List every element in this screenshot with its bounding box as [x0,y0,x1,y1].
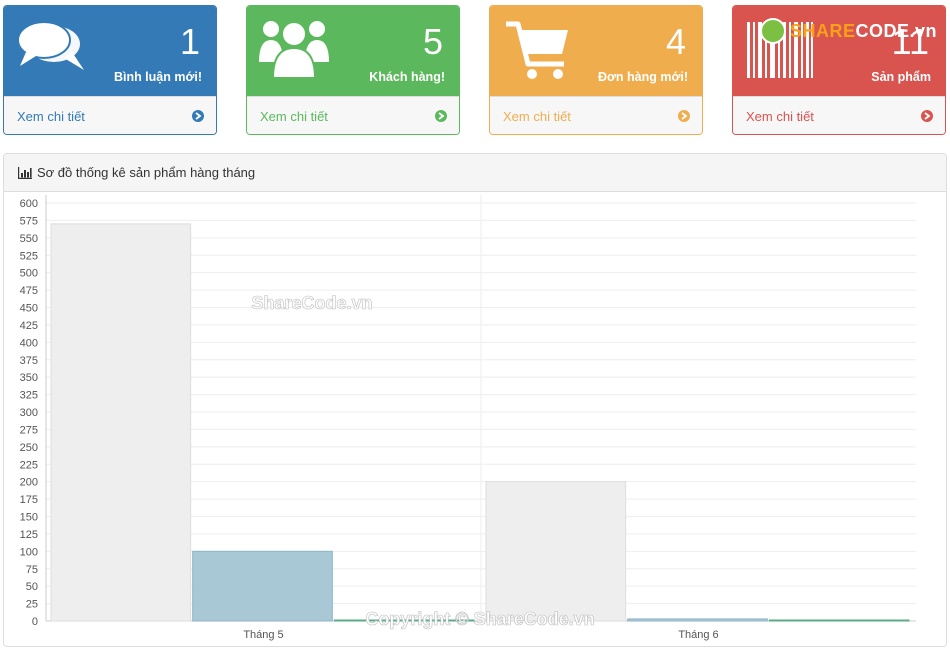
chart-bar [50,223,192,622]
monthly-bar-chart: 0 25 50 75 100 125 150 175 200 225 250 275 300 325 350… [20,195,916,641]
arrow-circle-right-icon [435,110,447,122]
card-products: 11 Sản phẩm SHARECODE.vn Xem chi tiết [732,5,946,135]
chart-bar [485,481,627,622]
y-tick-label: 125 [20,529,38,541]
y-tick-label: 300 [20,407,38,419]
y-tick-label: 0 [32,616,38,628]
comments-icon [17,21,84,70]
card-comments: 1 Bình luận mới! Xem chi tiết [3,5,217,135]
y-tick-label: 275 [20,424,38,436]
y-tick-label: 350 [20,372,38,384]
card-orders-label: Đơn hàng mới! [598,70,688,84]
y-tick-label: 200 [20,477,38,489]
details-link-label: Xem chi tiết [503,109,571,124]
card-orders-count: 4 [665,21,686,62]
y-tick-label: 250 [20,442,38,454]
y-tick-label: 550 [20,233,38,245]
x-tick-label: Tháng 5 [243,629,283,641]
card-comments-label: Bình luận mới! [113,70,202,84]
card-customers-label: Khách hàng! [369,70,445,84]
chart-bar [192,550,333,622]
card-comments-header: 1 Bình luận mới! [4,6,216,96]
details-link-label: Xem chi tiết [746,109,814,124]
card-customers: 5 Khách hàng! Xem chi tiết [246,5,460,135]
logo-text-b: CODE.vn [855,20,937,41]
users-icon [259,21,329,79]
x-tick-label: Tháng 6 [678,629,718,641]
card-customers-count: 5 [422,21,443,62]
chart-bar [768,619,910,622]
logo-icon [759,18,786,44]
y-tick-label: 500 [20,268,38,280]
y-tick-label: 425 [20,320,38,332]
y-tick-label: 175 [20,494,38,506]
y-tick-label: 450 [20,303,38,315]
arrow-circle-right-icon [921,110,933,122]
arrow-circle-right-icon [678,110,690,122]
summary-cards: 1 Bình luận mới! Xem chi tiết 5 Khách hà… [3,5,947,135]
card-customers-details-link[interactable]: Xem chi tiết [247,96,459,134]
chart-bar [627,618,768,622]
y-tick-label: 75 [26,564,38,576]
card-orders: 4 Đơn hàng mới! Xem chi tiết [489,5,703,135]
details-link-label: Xem chi tiết [260,109,328,124]
details-link-label: Xem chi tiết [17,109,85,124]
card-customers-header: 5 Khách hàng! [247,6,459,96]
y-tick-label: 225 [20,459,38,471]
y-tick-label: 575 [20,215,38,227]
card-comments-details-link[interactable]: Xem chi tiết [4,96,216,134]
copyright-watermark-text: Copyright © ShareCode.vn [365,609,594,629]
y-tick-label: 100 [20,546,38,558]
card-products-details-link[interactable]: Xem chi tiết [733,96,945,134]
y-tick-label: 600 [20,198,38,210]
card-orders-details-link[interactable]: Xem chi tiết [490,96,702,134]
y-tick-label: 475 [20,285,38,297]
y-tick-label: 25 [26,599,38,611]
y-tick-label: 375 [20,355,38,367]
card-products-header: 11 Sản phẩm SHARECODE.vn [733,6,945,96]
arrow-circle-right-icon [192,110,204,122]
sharecode-logo-watermark: SHARECODE.vn [759,16,937,46]
y-tick-label: 400 [20,337,38,349]
y-tick-label: 50 [26,581,38,593]
y-tick-label: 325 [20,390,38,402]
card-products-label: Sản phẩm [871,70,931,84]
card-orders-header: 4 Đơn hàng mới! [490,6,702,96]
shopping-cart-icon [506,21,568,79]
logo-text-a: SHARE [789,20,856,41]
y-tick-label: 150 [20,512,38,524]
monthly-stats-panel: Sơ đồ thống kê sản phẩm hàng tháng 0 25 50… [3,153,947,647]
card-comments-count: 1 [179,21,200,62]
y-tick-label: 525 [20,250,38,262]
center-watermark-text: ShareCode.vn [251,293,372,313]
